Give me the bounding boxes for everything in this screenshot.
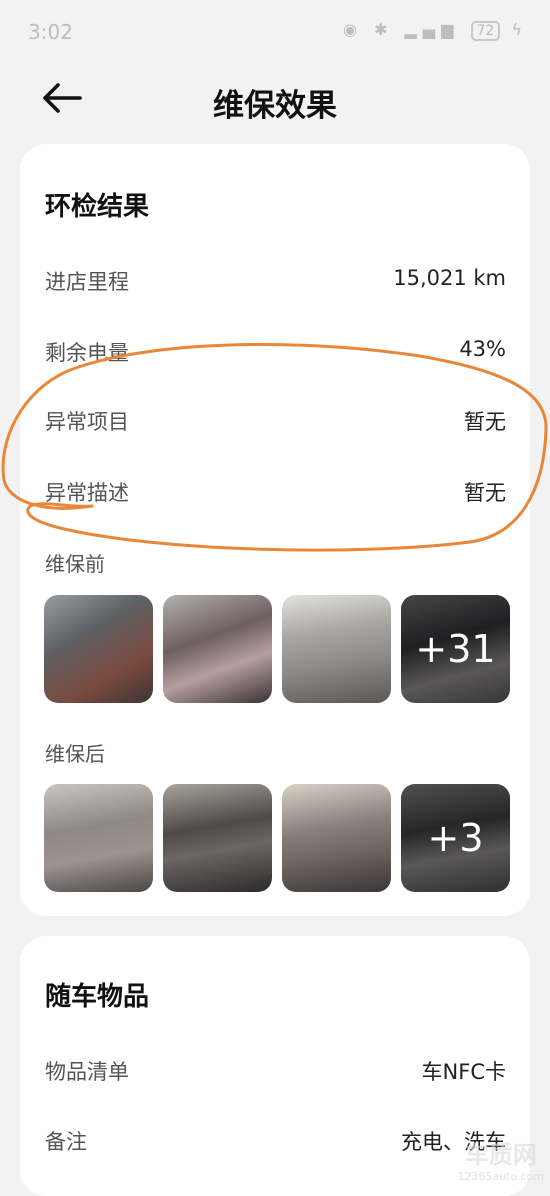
remarks-row: 备注 充电、洗车 [45,1126,506,1162]
after-label: 维保后 [45,742,105,766]
before-photo-3[interactable] [282,595,391,703]
battery-level-row: 剩余电量 43% [45,337,506,373]
page-title: 维保效果 [213,88,337,124]
before-photos: +31 [44,595,510,703]
signal-icon: ▂▄▆ [404,20,460,39]
battery-level-value: 43% [459,337,506,361]
belongings-card: 随车物品 物品清单 车NFC卡 备注 充电、洗车 [20,936,530,1196]
before-photo-2[interactable] [163,595,272,703]
item-list-row: 物品清单 车NFC卡 [45,1056,506,1092]
bluetooth-icon: ✱ [374,20,394,39]
after-photo-3[interactable] [282,784,391,892]
battery-level-label: 剩余电量 [45,341,129,365]
remarks-label: 备注 [45,1130,87,1154]
before-more-count: +31 [401,595,510,703]
charging-icon: ϟ [511,20,528,39]
watermark-url: 12365auto.com [457,1170,544,1183]
before-label: 维保前 [45,552,105,576]
battery-icon: 72 [470,21,501,41]
after-photo-1[interactable] [44,784,153,892]
abnormal-items-label: 异常项目 [45,410,129,434]
before-photo-more[interactable]: +31 [401,595,510,703]
item-list-value: 车NFC卡 [421,1060,506,1084]
before-photo-1[interactable] [44,595,153,703]
mileage-label: 进店里程 [45,270,129,294]
inspection-title: 环检结果 [45,192,150,222]
eye-icon: ◉ [342,20,363,39]
mileage-value: 15,021 km [393,266,506,290]
abnormal-items-value: 暂无 [464,410,506,434]
after-photos: +3 [44,784,510,892]
mileage-row: 进店里程 15,021 km [45,266,506,302]
item-list-label: 物品清单 [45,1060,129,1084]
after-photo-more[interactable]: +3 [401,784,510,892]
abnormal-description-label: 异常描述 [45,481,129,505]
status-bar: 3:02 ◉ ✱ ▂▄▆ 72 ϟ [0,0,550,62]
status-time: 3:02 [28,20,73,44]
after-photo-2[interactable] [163,784,272,892]
abnormal-description-row: 异常描述 暂无 [45,477,506,513]
after-more-count: +3 [401,784,510,892]
abnormal-items-row: 异常项目 暂无 [45,406,506,442]
belongings-title: 随车物品 [45,982,150,1012]
abnormal-description-value: 暂无 [464,481,506,505]
status-icons: ◉ ✱ ▂▄▆ 72 ϟ [343,20,528,41]
watermark-logo: 车质网 [464,1141,537,1169]
inspection-card: 环检结果 进店里程 15,021 km 剩余电量 43% 异常项目 暂无 异常描… [20,144,530,916]
app-header: 维保效果 [0,62,550,138]
watermark: 车质网 12365auto.com [457,1135,544,1183]
